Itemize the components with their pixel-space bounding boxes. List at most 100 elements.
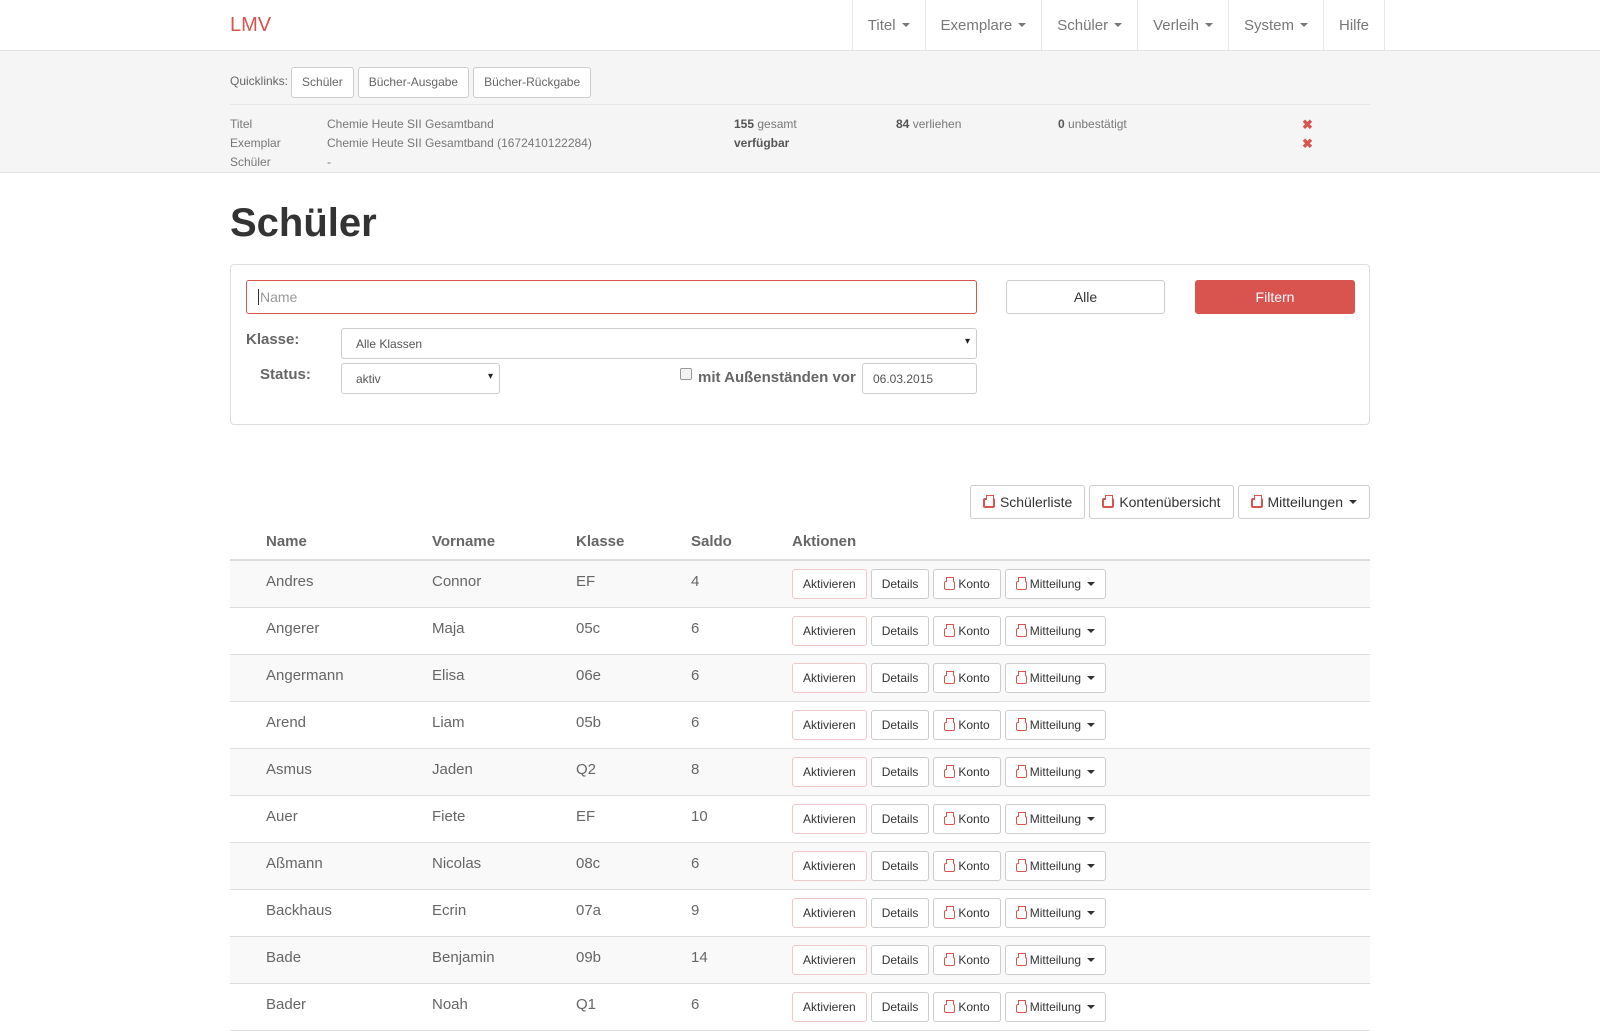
filtern-button[interactable]: Filtern (1195, 280, 1355, 314)
select-arrow-icon: ▾ (487, 371, 493, 382)
print-toolbar: Schülerliste Kontenübersicht Mitteilunge… (230, 485, 1370, 519)
aktivieren-button[interactable]: Aktivieren (792, 616, 867, 646)
mitteilung-label: Mitteilung (1029, 577, 1082, 591)
details-button[interactable]: Details (870, 569, 930, 599)
header-saldo[interactable]: Saldo (691, 533, 792, 550)
header-name[interactable]: Name (230, 533, 432, 550)
mitteilung-button[interactable]: Mitteilung (1004, 804, 1107, 834)
konto-label: Konto (958, 765, 990, 779)
nav-verleih[interactable]: Verleih (1137, 0, 1228, 50)
cell-name: Angermann (266, 667, 344, 684)
mitteilungen-button[interactable]: Mitteilungen (1237, 485, 1370, 519)
aktivieren-button[interactable]: Aktivieren (792, 663, 867, 693)
konto-button[interactable]: Konto (933, 804, 1001, 834)
mitteilung-button[interactable]: Mitteilung (1004, 992, 1107, 1022)
cell-saldo: 6 (691, 996, 700, 1013)
aktivieren-button[interactable]: Aktivieren (792, 757, 867, 787)
konto-button[interactable]: Konto (933, 992, 1001, 1022)
cell-saldo: 6 (691, 714, 700, 731)
table-row: Bader Noah Q1 6 Aktivieren Details Konto Mittei… (230, 984, 1370, 1031)
aktivieren-button[interactable]: Aktivieren (792, 710, 867, 740)
konto-label: Konto (958, 624, 990, 638)
header-vorname[interactable]: Vorname (432, 533, 576, 550)
cell-actions: Aktivieren Details Konto Mitteilung (792, 843, 1107, 889)
status-label: Status: (260, 366, 311, 383)
status-select[interactable]: aktiv ▾ (341, 363, 500, 394)
konto-button[interactable]: Konto (933, 898, 1001, 928)
printer-icon (1250, 495, 1263, 508)
printer-icon (1015, 905, 1027, 919)
main-nav: Titel Exemplare Schüler Verleih System H… (851, 0, 1385, 50)
mitteilung-button[interactable]: Mitteilung (1004, 663, 1107, 693)
details-button[interactable]: Details (870, 945, 930, 975)
mitteilung-button[interactable]: Mitteilung (1004, 851, 1107, 881)
konto-label: Konto (958, 906, 990, 920)
konto-button[interactable]: Konto (933, 663, 1001, 693)
aktivieren-button[interactable]: Aktivieren (792, 804, 867, 834)
name-search-input[interactable]: Name (246, 280, 977, 314)
nav-titel[interactable]: Titel (851, 0, 925, 50)
aktivieren-button[interactable]: Aktivieren (792, 851, 867, 881)
details-button[interactable]: Details (870, 616, 930, 646)
mitteilung-button[interactable]: Mitteilung (1004, 569, 1107, 599)
cell-klasse: EF (576, 808, 596, 825)
aktivieren-button[interactable]: Aktivieren (792, 898, 867, 928)
klasse-label: Klasse: (246, 331, 300, 348)
remove-titel-icon[interactable]: ✖ (1302, 117, 1313, 133)
quicklink-rueckgabe-button[interactable]: Bücher-Rückgabe (473, 66, 592, 98)
cell-actions: Aktivieren Details Konto Mitteilung (792, 608, 1107, 654)
mitteilung-button[interactable]: Mitteilung (1004, 898, 1107, 928)
info-schueler-value: - (327, 155, 331, 169)
mitteilung-button[interactable]: Mitteilung (1004, 710, 1107, 740)
aktivieren-button[interactable]: Aktivieren (792, 569, 867, 599)
caret-down-icon (1087, 629, 1096, 633)
quicklink-ausgabe-button[interactable]: Bücher-Ausgabe (357, 66, 470, 98)
aktivieren-button[interactable]: Aktivieren (792, 992, 867, 1022)
cell-name: Asmus (266, 761, 312, 778)
details-button[interactable]: Details (870, 663, 930, 693)
info-schueler-label: Schüler (230, 155, 271, 169)
quicklink-schueler-button[interactable]: Schüler (291, 66, 354, 98)
konto-button[interactable]: Konto (933, 757, 1001, 787)
nav-hilfe[interactable]: Hilfe (1322, 0, 1385, 50)
details-button[interactable]: Details (870, 851, 930, 881)
klasse-select[interactable]: Alle Klassen ▾ (341, 328, 977, 359)
printer-icon (1015, 670, 1027, 684)
cell-name: Angerer (266, 620, 320, 637)
date-input[interactable]: 06.03.2015 (862, 363, 977, 394)
aktivieren-button[interactable]: Aktivieren (792, 945, 867, 975)
details-button[interactable]: Details (870, 710, 930, 740)
cell-actions: Aktivieren Details Konto Mitteilung (792, 561, 1107, 607)
cell-vorname: Connor (432, 573, 482, 590)
details-button[interactable]: Details (870, 898, 930, 928)
details-button[interactable]: Details (870, 757, 930, 787)
konto-button[interactable]: Konto (933, 851, 1001, 881)
konto-button[interactable]: Konto (933, 569, 1001, 599)
mitteilung-button[interactable]: Mitteilung (1004, 945, 1107, 975)
details-button[interactable]: Details (870, 992, 930, 1022)
info-titel-label: Titel (230, 117, 253, 131)
printer-icon (1015, 952, 1027, 966)
nav-system[interactable]: System (1227, 0, 1323, 50)
remove-exemplar-icon[interactable]: ✖ (1302, 136, 1313, 152)
konto-button[interactable]: Konto (933, 616, 1001, 646)
mitteilung-button[interactable]: Mitteilung (1004, 616, 1107, 646)
kontenuebersicht-button[interactable]: Kontenübersicht (1089, 485, 1234, 519)
details-button[interactable]: Details (870, 804, 930, 834)
brand-link[interactable]: LMV (230, 14, 271, 37)
nav-schueler[interactable]: Schüler (1041, 0, 1137, 50)
cell-klasse: 05c (576, 620, 601, 637)
nav-exemplare[interactable]: Exemplare (924, 0, 1042, 50)
header-klasse[interactable]: Klasse (576, 533, 691, 550)
alle-button[interactable]: Alle (1006, 280, 1165, 314)
schuelerliste-button[interactable]: Schülerliste (969, 485, 1086, 519)
mitteilungen-label: Mitteilungen (1267, 494, 1344, 510)
konto-button[interactable]: Konto (933, 945, 1001, 975)
konto-button[interactable]: Konto (933, 710, 1001, 740)
mitteilung-button[interactable]: Mitteilung (1004, 757, 1107, 787)
aussenstaende-label: mit Außenständen vor (698, 369, 856, 386)
nav-exemplare-label: Exemplare (940, 16, 1013, 34)
aussenstaende-checkbox[interactable] (680, 368, 692, 380)
name-placeholder: Name (260, 289, 298, 305)
info-verliehen: 84 verliehen (896, 117, 961, 131)
